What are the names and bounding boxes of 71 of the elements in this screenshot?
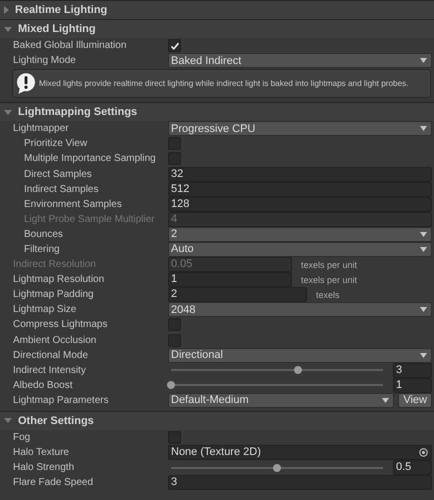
property-label: Ambient Occlusion: [12, 334, 98, 346]
slider-track[interactable]: [171, 466, 383, 469]
property-label: Prioritize View: [23, 138, 88, 150]
dropdown[interactable]: Progressive CPU: [168, 121, 432, 136]
dropdown[interactable]: Baked Indirect: [168, 53, 432, 68]
foldout-arrow-icon: [4, 418, 12, 424]
property-label: Compress Lightmaps: [12, 319, 108, 330]
unit-label: texels per unit: [301, 274, 358, 285]
target-picker-icon[interactable]: [419, 448, 428, 458]
property-label: Multiple Importance Sampling: [23, 153, 157, 164]
property-label: Lightmap Size: [12, 304, 78, 316]
property-label: Baked Global Illumination: [12, 40, 128, 52]
number-field[interactable]: 1: [168, 272, 292, 288]
property-label: Halo Strength: [12, 462, 76, 474]
property-label: Flare Fade Speed: [12, 477, 94, 488]
section-header[interactable]: Lightmapping Settings: [0, 102, 434, 122]
number-field[interactable]: 3: [393, 362, 432, 378]
caret-icon: [420, 232, 427, 237]
property-label: Lightmapper: [12, 123, 70, 134]
dropdown[interactable]: 2048: [168, 302, 432, 318]
property-label: Halo Texture: [12, 447, 70, 458]
number-field[interactable]: 128: [168, 196, 432, 212]
caret-icon: [420, 307, 427, 312]
property-label: Lightmap Parameters: [12, 394, 110, 406]
property-label: Indirect Samples: [23, 184, 100, 195]
checkbox[interactable]: [168, 431, 181, 444]
property-label: Fog: [12, 432, 32, 444]
help-text: Mixed lights provide realtime direct lighting while indirect light is baked into lightmaps and light probes.: [39, 79, 409, 88]
checkbox[interactable]: [168, 39, 181, 52]
caret-icon: [420, 246, 427, 252]
number-field[interactable]: 512: [168, 182, 432, 197]
section-header[interactable]: Other Settings: [0, 410, 434, 430]
slider-thumb[interactable]: [273, 464, 281, 472]
section-header[interactable]: Realtime Lighting: [0, 0, 434, 19]
property-label: Light Probe Sample Multiplier: [23, 214, 156, 225]
view-button[interactable]: View: [398, 392, 432, 408]
property-label: Directional Mode: [12, 350, 90, 361]
property-label: Filtering: [23, 244, 61, 255]
section-header[interactable]: Mixed Lighting: [0, 19, 434, 38]
number-field[interactable]: 2: [168, 287, 307, 302]
number-field[interactable]: 32: [168, 166, 432, 182]
caret-icon: [420, 352, 427, 358]
slider-thumb[interactable]: [294, 366, 302, 374]
property-label: Indirect Resolution: [12, 259, 97, 270]
unit-label: texels per unit: [301, 260, 358, 270]
unit-label: texels: [316, 290, 340, 300]
dropdown[interactable]: Default-Medium: [168, 392, 394, 408]
number-field[interactable]: 0.5: [393, 460, 432, 476]
warning-icon: [17, 73, 35, 94]
foldout-arrow-icon: [4, 110, 12, 115]
foldout-arrow-icon: [4, 6, 9, 14]
slider-track[interactable]: [171, 369, 383, 372]
number-field[interactable]: 3: [168, 475, 432, 490]
property-label: Direct Samples: [23, 168, 93, 180]
property-label: Lightmap Padding: [12, 289, 95, 300]
object-field[interactable]: None (Texture 2D): [168, 445, 432, 460]
dropdown[interactable]: Auto: [168, 242, 432, 257]
property-label: Indirect Intensity: [12, 364, 87, 376]
caret-icon: [420, 126, 427, 132]
property-label: Lighting Mode: [12, 55, 77, 66]
dropdown[interactable]: Directional: [168, 348, 432, 363]
property-label: Environment Samples: [23, 198, 123, 210]
foldout-arrow-icon: [4, 26, 12, 32]
property-label: Albedo Boost: [12, 380, 74, 391]
dropdown[interactable]: 2: [168, 226, 432, 242]
property-label: Bounces: [23, 228, 64, 240]
slider-thumb[interactable]: [167, 381, 175, 390]
caret-icon: [382, 398, 390, 403]
number-field[interactable]: 1: [393, 378, 432, 393]
caret-icon: [420, 58, 427, 64]
property-label: Lightmap Resolution: [12, 274, 106, 286]
